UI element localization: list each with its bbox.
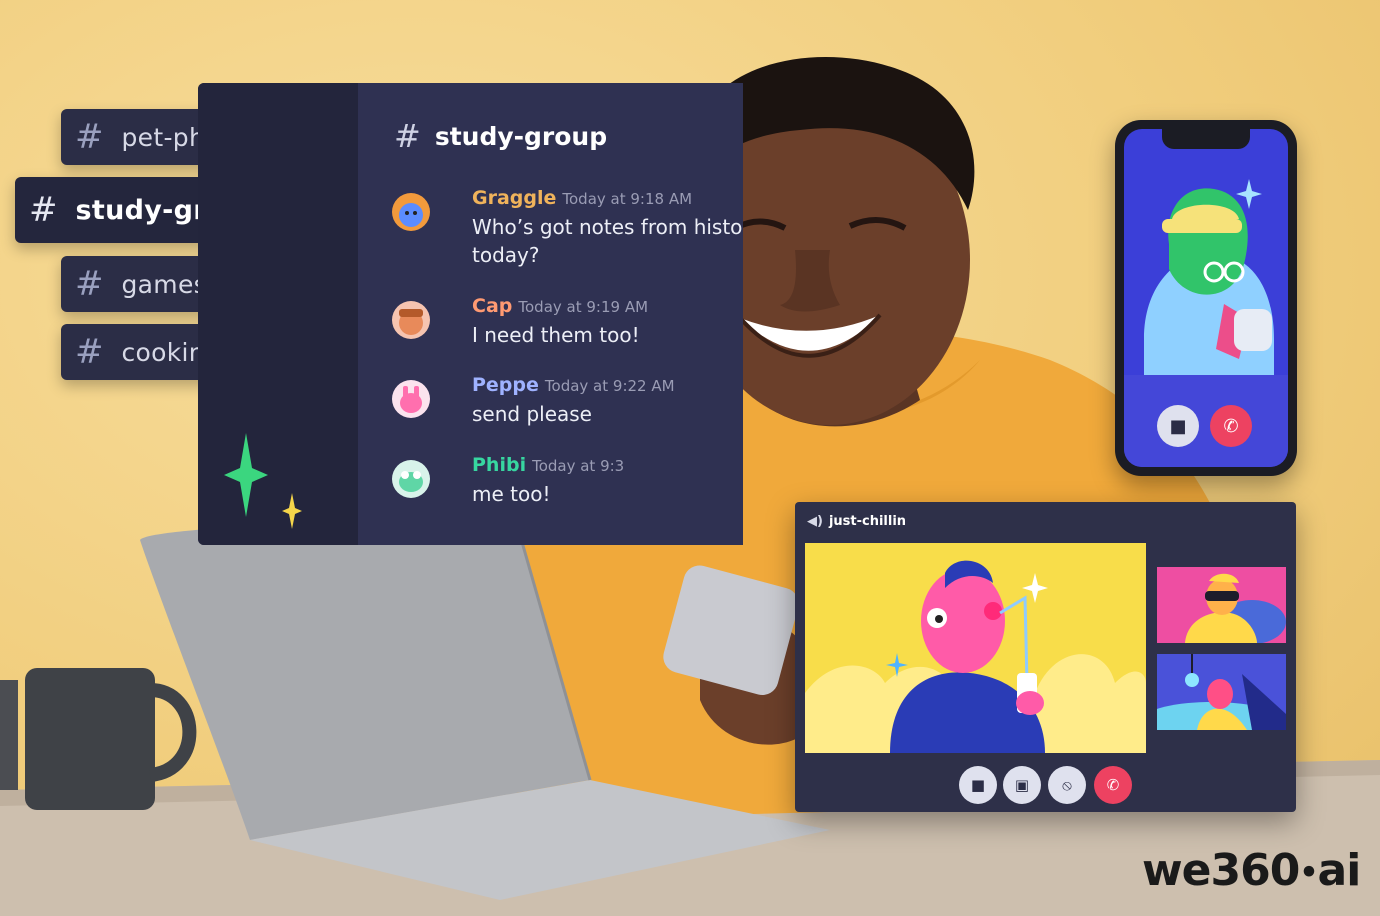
chat-channel-header: # study-group xyxy=(394,117,607,155)
message-timestamp: Today at 9:22 AM xyxy=(544,377,675,395)
mute-button[interactable]: ⦸ xyxy=(1048,766,1086,804)
hash-icon: # xyxy=(394,117,421,155)
brand-logo: we360•ai xyxy=(1142,845,1362,896)
message-timestamp: Today at 9:3 xyxy=(532,457,625,475)
mute-icon: ⦸ xyxy=(1062,776,1072,794)
caller-illustration xyxy=(805,560,1146,753)
screen-share-button[interactable]: ▣ xyxy=(1003,766,1041,804)
hang-up-button[interactable]: ✆ xyxy=(1210,405,1252,447)
participant-video-tile[interactable] xyxy=(1157,567,1286,643)
avatar xyxy=(392,460,430,498)
voice-channel-header: ◀) just-chillin xyxy=(807,514,906,529)
hang-up-icon: ✆ xyxy=(1106,776,1120,794)
message-timestamp: Today at 9:18 AM xyxy=(562,190,693,208)
participant-illustration xyxy=(1157,654,1286,730)
phone-screen: ■ ✆ xyxy=(1124,129,1288,467)
screen-share-icon: ▣ xyxy=(1014,776,1030,794)
caller-illustration xyxy=(1144,179,1274,389)
video-toggle-button[interactable]: ■ xyxy=(1157,405,1199,447)
message-author[interactable]: Peppe xyxy=(472,374,539,396)
hang-up-button[interactable]: ✆ xyxy=(1094,766,1132,804)
message-author[interactable]: Phibi xyxy=(472,454,526,476)
video-call-window: ◀) just-chillin ■ ▣ ⦸ ✆ xyxy=(795,502,1296,812)
chat-channel-title: study-group xyxy=(434,121,608,151)
message-text: me too! xyxy=(472,482,551,506)
avatar xyxy=(392,193,430,231)
hash-icon: # xyxy=(75,332,104,372)
brand-logo-suffix: ai xyxy=(1317,845,1362,896)
hash-icon: # xyxy=(29,190,58,230)
hang-up-icon: ✆ xyxy=(1223,415,1239,437)
speaker-icon: ◀) xyxy=(807,514,823,529)
main-video-tile[interactable] xyxy=(805,543,1146,753)
chat-main: # study-group Graggle Today at 9:18 AM Wh… xyxy=(358,83,743,545)
video-icon: ■ xyxy=(1169,415,1187,437)
channel-label: games xyxy=(121,269,207,299)
message-author[interactable]: Cap xyxy=(472,295,512,317)
logo-dot-icon: • xyxy=(1299,855,1318,891)
chat-sidebar xyxy=(198,83,358,545)
voice-channel-name: just-chillin xyxy=(828,514,907,529)
avatar xyxy=(392,301,430,339)
video-toggle-button[interactable]: ■ xyxy=(959,766,997,804)
sparkle-icon xyxy=(282,493,302,529)
message-text: send please xyxy=(472,402,592,426)
hash-icon: # xyxy=(75,117,104,157)
video-icon: ■ xyxy=(970,776,986,794)
participant-video-tile[interactable] xyxy=(1157,654,1286,730)
sparkle-icon xyxy=(224,433,268,517)
message-text: I need them too! xyxy=(472,323,640,347)
message-author[interactable]: Graggle xyxy=(472,187,556,209)
participant-illustration xyxy=(1185,573,1286,643)
message-timestamp: Today at 9:19 AM xyxy=(518,298,649,316)
message-text: Who’s got notes from history today? xyxy=(472,215,743,267)
phone-call-bar: ■ ✆ xyxy=(1124,375,1288,467)
brand-logo-text: we360 xyxy=(1142,845,1300,896)
phone-device: ■ ✆ xyxy=(1115,120,1297,476)
avatar xyxy=(392,380,430,418)
hash-icon: # xyxy=(75,264,104,304)
chat-window: # study-group Graggle Today at 9:18 AM Wh… xyxy=(198,83,743,545)
